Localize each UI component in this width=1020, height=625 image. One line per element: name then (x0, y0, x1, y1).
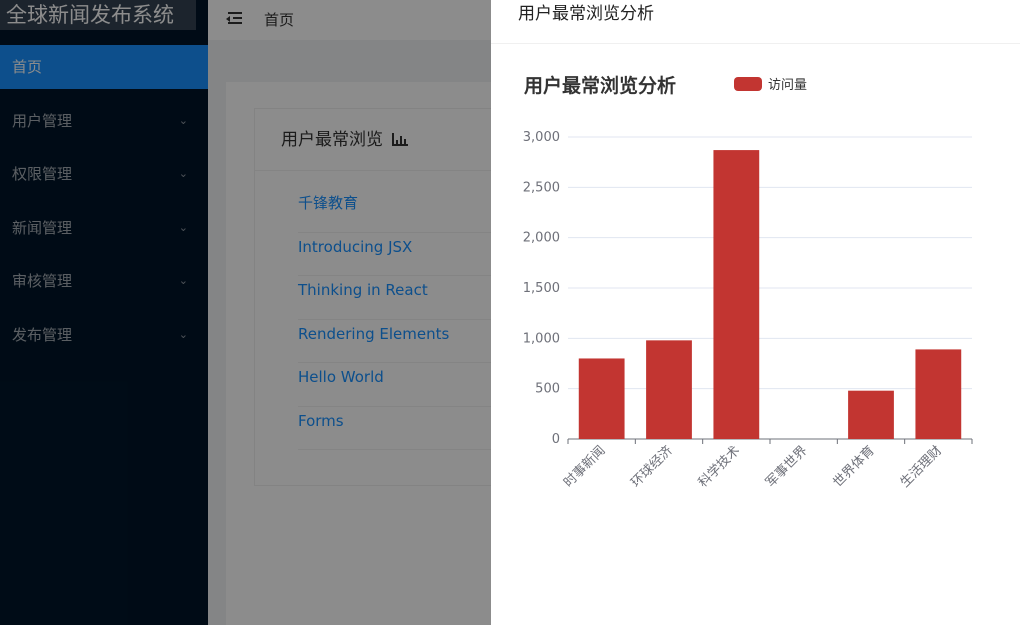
legend-swatch[interactable] (734, 77, 762, 91)
bar-chart: 用户最常浏览分析 访问量 0 500 1,000 1,500 2,000 2,500 3,0… (523, 74, 973, 491)
bar[interactable] (848, 390, 894, 439)
legend-label: 访问量 (768, 78, 807, 93)
x-tick-label: 军事世界 (763, 443, 810, 490)
y-tick-label: 3,000 (523, 130, 560, 145)
x-tick-label: 时事新闻 (560, 443, 608, 491)
y-tick-label: 0 (552, 432, 560, 447)
y-tick-label: 2,500 (523, 180, 560, 195)
y-tick-label: 2,000 (523, 231, 560, 246)
x-tick-label: 科学技术 (695, 443, 743, 491)
bar[interactable] (578, 358, 625, 439)
y-tick-label: 1,500 (523, 281, 560, 296)
y-tick-label: 500 (535, 382, 560, 397)
x-tick-label: 生活理财 (898, 443, 945, 490)
analysis-drawer: 用户最常浏览分析 用户最常浏览分析 访问量 0 500 1,000 1,500 2,00… (491, 0, 1020, 625)
bar[interactable] (915, 349, 962, 439)
bar[interactable] (713, 150, 760, 439)
drawer-title: 用户最常浏览分析 (491, 0, 1020, 44)
chart-title: 用户最常浏览分析 (524, 74, 676, 97)
x-tick-label: 世界体育 (830, 443, 878, 491)
bar[interactable] (646, 340, 692, 439)
y-tick-label: 1,000 (523, 331, 560, 346)
x-tick-label: 环球经济 (628, 443, 675, 490)
